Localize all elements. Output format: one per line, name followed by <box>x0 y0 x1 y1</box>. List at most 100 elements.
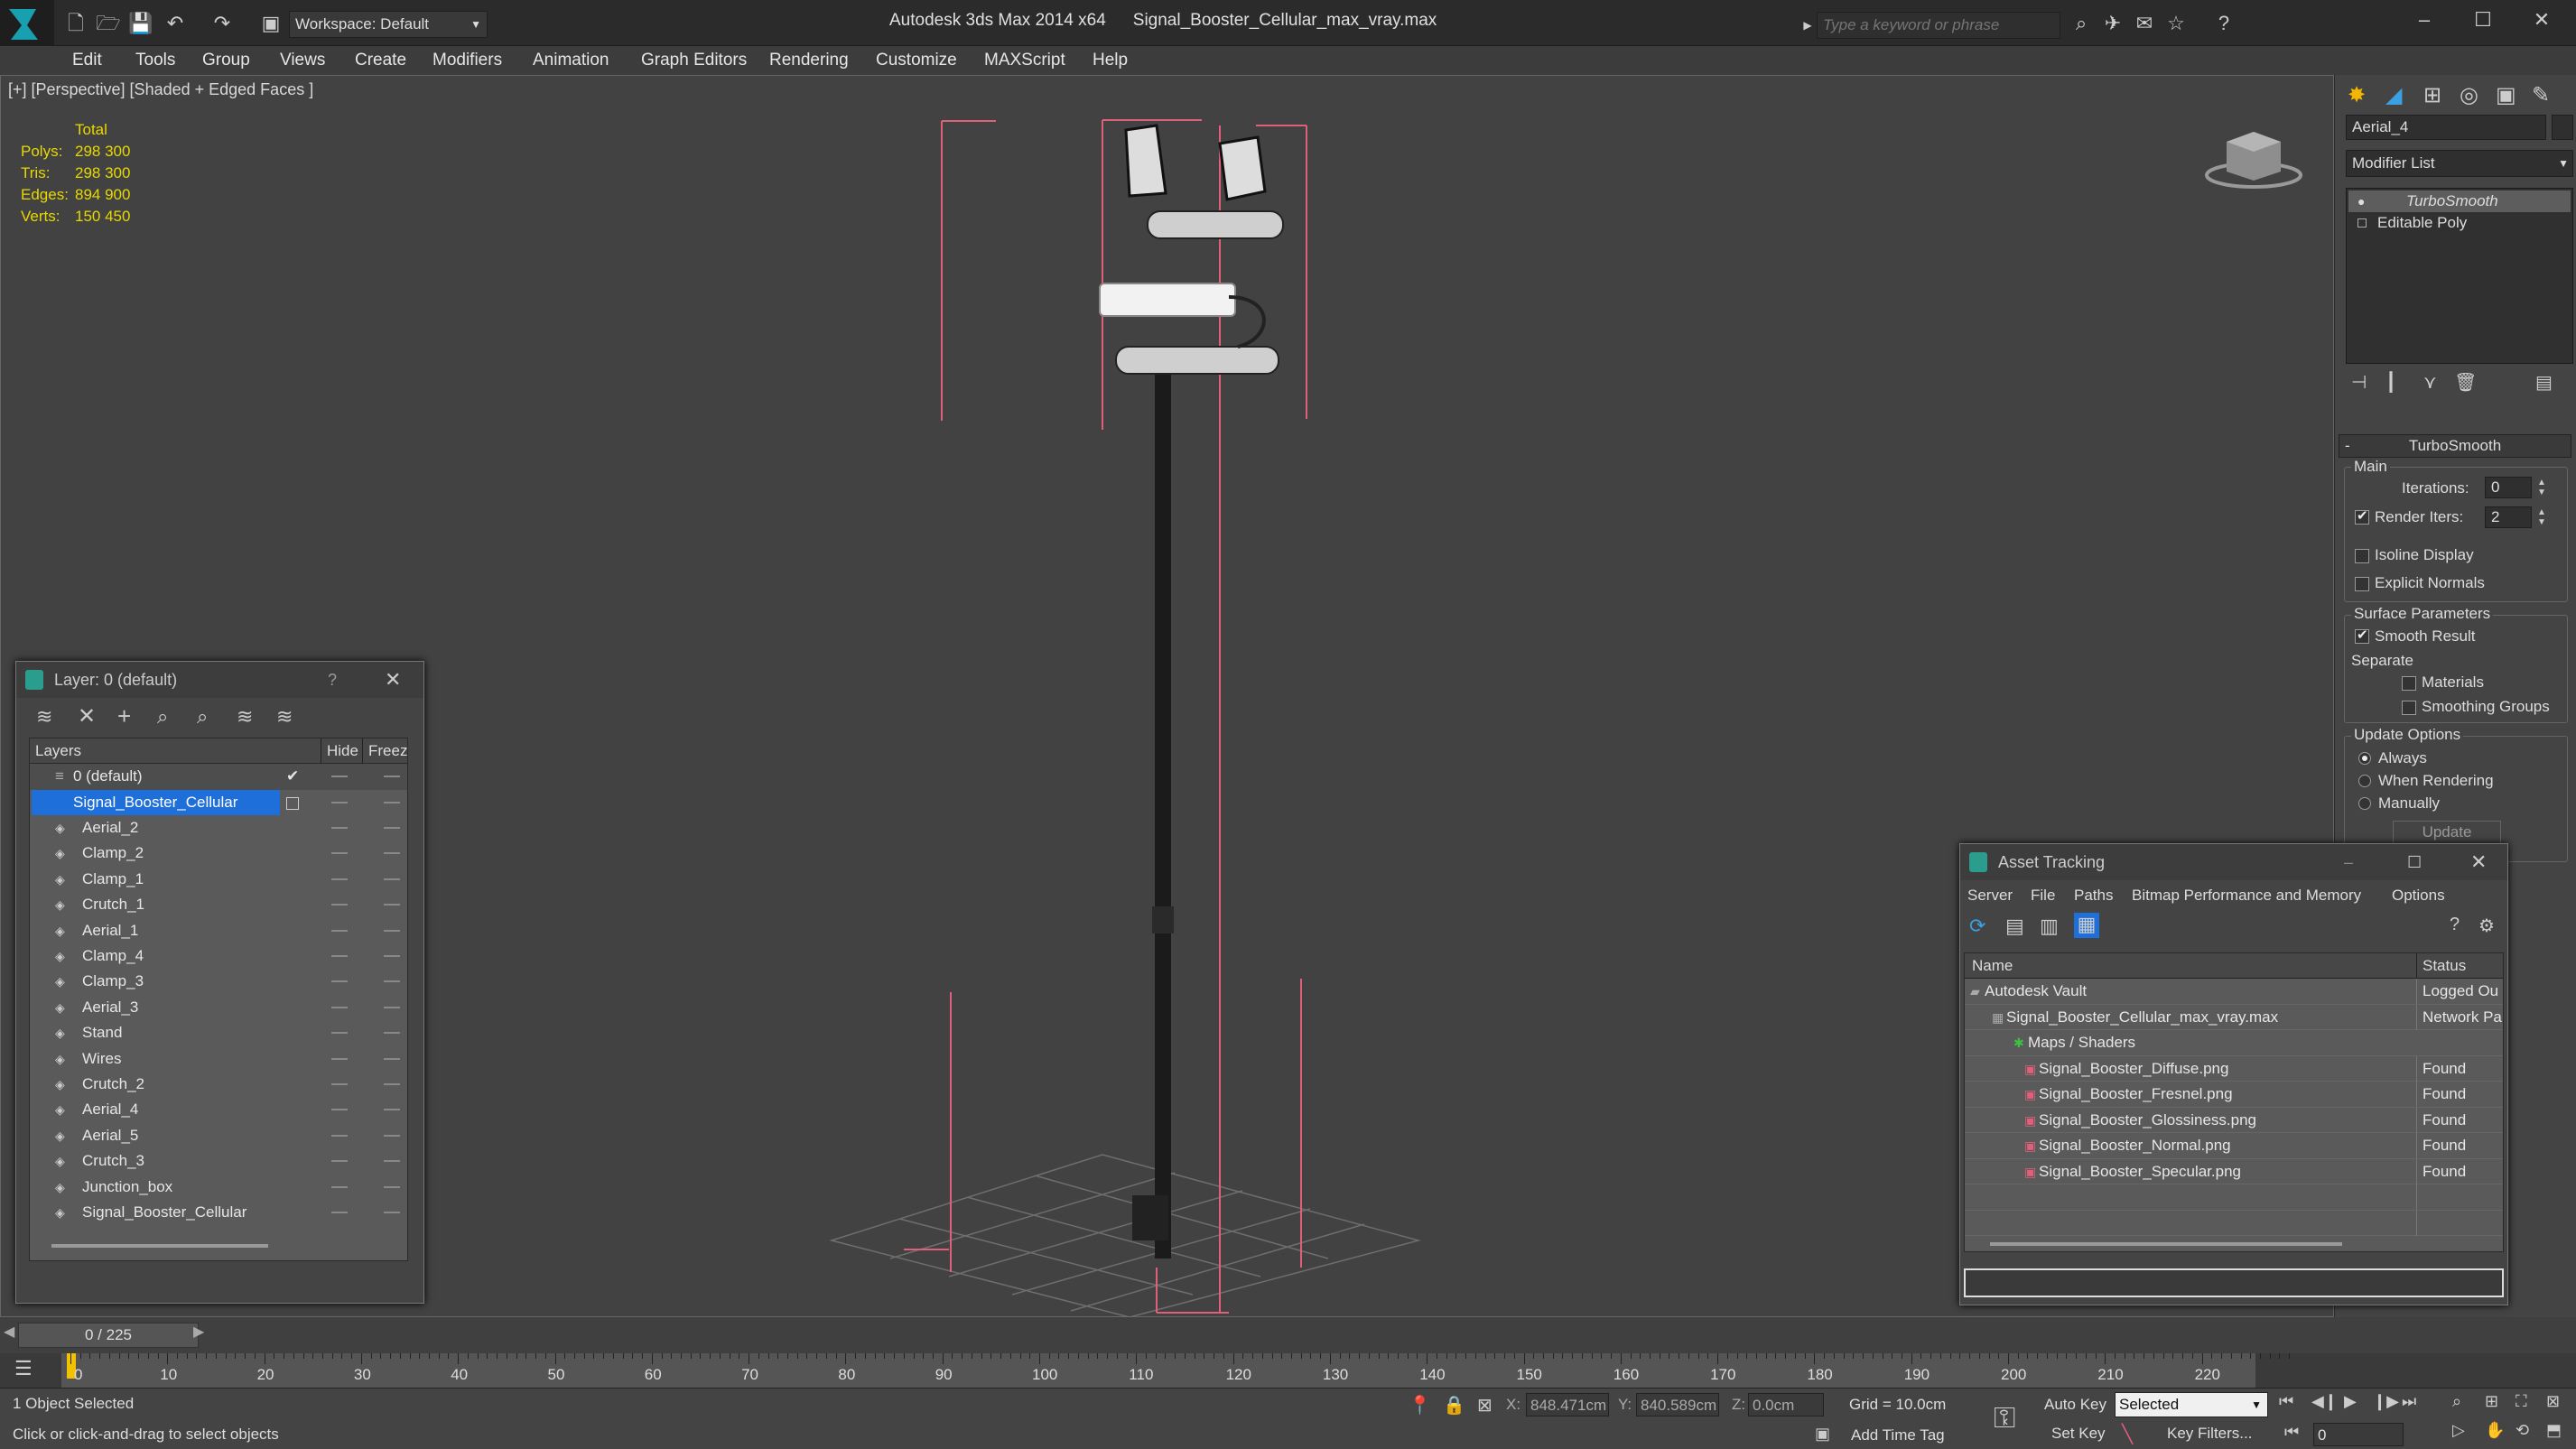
add-time-tag-label[interactable]: Add Time Tag <box>1851 1426 1945 1444</box>
horizontal-scrollbar[interactable] <box>51 1244 268 1248</box>
undo-icon[interactable]: ↶ <box>163 11 188 36</box>
render-iters-spinner[interactable] <box>2485 506 2532 528</box>
rollout-header[interactable]: - TurboSmooth <box>2339 434 2571 458</box>
layer-object-row[interactable]: ◈ Wires <box>30 1046 407 1073</box>
z-coordinate-field[interactable]: 0.0cm <box>1748 1393 1824 1416</box>
hide-toggle[interactable] <box>331 1032 348 1035</box>
create-layer-icon[interactable]: ≋ <box>36 705 52 729</box>
freeze-toggle[interactable] <box>384 1160 400 1163</box>
asset-row[interactable]: ▣ Signal_Booster_Normal.png Found <box>1965 1133 2503 1159</box>
close-icon[interactable]: ✕ <box>385 662 401 698</box>
highlight-layer-icon[interactable]: ≋ <box>237 705 253 729</box>
hide-toggle[interactable] <box>331 1160 348 1163</box>
freeze-toggle[interactable] <box>384 1185 400 1188</box>
key-mode-toggle-icon[interactable]: ⏮ <box>2284 1423 2299 1442</box>
make-unique-icon[interactable]: ⋎ <box>2423 371 2437 394</box>
iterations-spinner[interactable] <box>2485 477 2532 498</box>
maximize-viewport-icon[interactable]: ⬒ <box>2546 1421 2562 1440</box>
hide-toggle[interactable] <box>331 980 348 983</box>
zoom-extents-all-icon[interactable]: ⊠ <box>2546 1392 2560 1411</box>
set-key-button[interactable]: Set Key <box>2051 1421 2116 1446</box>
stack-item-editable-poly[interactable]: Editable Poly <box>2348 212 2571 234</box>
asset-row[interactable]: ▰ Autodesk Vault Logged Ou <box>1965 979 2503 1005</box>
isoline-display-checkbox[interactable] <box>2355 549 2369 563</box>
hide-toggle[interactable] <box>331 1185 348 1188</box>
layer-object-row[interactable]: ◈ Aerial_4 <box>30 1097 407 1123</box>
col-name[interactable]: Name <box>1972 953 2013 979</box>
play-icon[interactable]: ▶ <box>2344 1392 2357 1411</box>
layer-row-default[interactable]: ≡ 0 (default) ✔ <box>30 764 407 790</box>
layer-object-row[interactable]: ◈ Junction_box <box>30 1175 407 1201</box>
add-to-layer-icon[interactable]: + <box>117 702 131 730</box>
asset-tracking-titlebar[interactable]: Asset Tracking – ☐ ✕ <box>1960 844 2507 880</box>
communication-icon[interactable]: ✉ <box>2131 11 2158 36</box>
layer-object-row[interactable]: ◈ Clamp_4 <box>30 943 407 970</box>
auto-key-button[interactable]: Auto Key <box>2044 1392 2109 1417</box>
stack-item-turbosmooth[interactable]: ● TurboSmooth <box>2348 190 2571 212</box>
asset-row[interactable]: ▣ Signal_Booster_Fresnel.png Found <box>1965 1082 2503 1108</box>
minimize-icon[interactable]: – <box>2344 844 2353 880</box>
freeze-toggle[interactable] <box>384 827 400 829</box>
search-arrow-icon[interactable]: ▶ <box>1800 13 1815 38</box>
prev-frame-icon[interactable]: ◀ <box>4 1323 14 1341</box>
utilities-tab-icon[interactable]: ✎ <box>2532 82 2550 108</box>
layer-object-row[interactable]: ◈ Aerial_1 <box>30 918 407 944</box>
display-tab-icon[interactable]: ▣ <box>2496 82 2516 108</box>
manually-radio[interactable] <box>2358 797 2371 810</box>
maximize-icon[interactable]: ☐ <box>2465 7 2501 33</box>
menu-paths[interactable]: Paths <box>2074 882 2113 909</box>
hide-toggle[interactable] <box>331 827 348 829</box>
freeze-toggle[interactable] <box>384 955 400 957</box>
layer-object-row[interactable]: ◈ Clamp_3 <box>30 969 407 995</box>
viewport-label[interactable]: [+] [Perspective] [Shaded + Edged Faces … <box>8 80 313 99</box>
layer-object-row[interactable]: ◈ Aerial_3 <box>30 995 407 1021</box>
menu-tools[interactable]: Tools <box>135 46 175 75</box>
always-radio[interactable] <box>2358 752 2371 765</box>
minimize-icon[interactable]: – <box>2406 7 2442 33</box>
motion-tab-icon[interactable]: ◎ <box>2460 82 2478 108</box>
hide-toggle[interactable] <box>331 801 348 803</box>
prev-key-icon[interactable]: ◀❙ <box>2311 1392 2338 1411</box>
project-folder-icon[interactable]: ▣ <box>258 11 284 36</box>
freeze-toggle[interactable] <box>384 904 400 906</box>
menu-modifiers[interactable]: Modifiers <box>432 46 502 75</box>
object-name-field[interactable] <box>2346 115 2546 140</box>
goto-end-icon[interactable]: ⏭ <box>2402 1392 2416 1411</box>
next-frame-icon[interactable]: ▶ <box>193 1323 204 1341</box>
hide-toggle[interactable] <box>331 1057 348 1060</box>
col-hide[interactable]: Hide <box>321 738 358 764</box>
set-key-icon[interactable]: ⚿ <box>1994 1401 2015 1435</box>
render-iters-checkbox[interactable] <box>2355 507 2369 525</box>
create-tab-icon[interactable]: ✸ <box>2348 82 2366 108</box>
layer-object-row[interactable]: ◈ Clamp_2 <box>30 841 407 867</box>
hide-toggle[interactable] <box>331 1083 348 1085</box>
hide-toggle[interactable] <box>331 904 348 906</box>
layer-row-selected[interactable]: ≡ Signal_Booster_Cellular <box>30 789 407 816</box>
hide-toggle[interactable] <box>331 955 348 957</box>
path-view-icon[interactable]: ▥ <box>2040 915 2059 938</box>
freeze-toggle[interactable] <box>384 929 400 932</box>
configure-sets-icon[interactable]: ▤ <box>2535 371 2553 394</box>
hide-all-icon[interactable]: ≋ <box>276 705 293 729</box>
menu-bitmap-performance[interactable]: Bitmap Performance and Memory <box>2132 882 2361 909</box>
horizontal-scrollbar[interactable] <box>1990 1242 2342 1246</box>
hide-toggle[interactable] <box>331 878 348 880</box>
redo-icon[interactable]: ↷ <box>209 11 235 36</box>
menu-views[interactable]: Views <box>280 46 325 75</box>
close-icon[interactable]: ✕ <box>2524 7 2560 33</box>
freeze-toggle[interactable] <box>384 1134 400 1137</box>
hide-toggle[interactable] <box>331 1212 348 1213</box>
freeze-toggle[interactable] <box>384 1006 400 1008</box>
menu-customize[interactable]: Customize <box>876 46 957 75</box>
object-color-swatch[interactable] <box>2552 115 2573 140</box>
menu-create[interactable]: Create <box>355 46 406 75</box>
layer-object-row[interactable]: ◈ Crutch_1 <box>30 892 407 918</box>
key-filters-icon[interactable]: ╲ <box>2122 1423 2133 1445</box>
layer-object-row[interactable]: ◈ Clamp_1 <box>30 867 407 893</box>
layer-object-row[interactable]: ◈ Crutch_2 <box>30 1072 407 1098</box>
select-layer-icon[interactable]: ⌕ <box>197 705 208 729</box>
current-frame-field[interactable]: 0 <box>2313 1423 2404 1446</box>
asset-row[interactable]: ✱ Maps / Shaders <box>1965 1030 2503 1056</box>
maximize-icon[interactable]: ☐ <box>2407 844 2422 880</box>
layer-object-row[interactable]: ◈ Signal_Booster_Cellular <box>30 1200 407 1226</box>
